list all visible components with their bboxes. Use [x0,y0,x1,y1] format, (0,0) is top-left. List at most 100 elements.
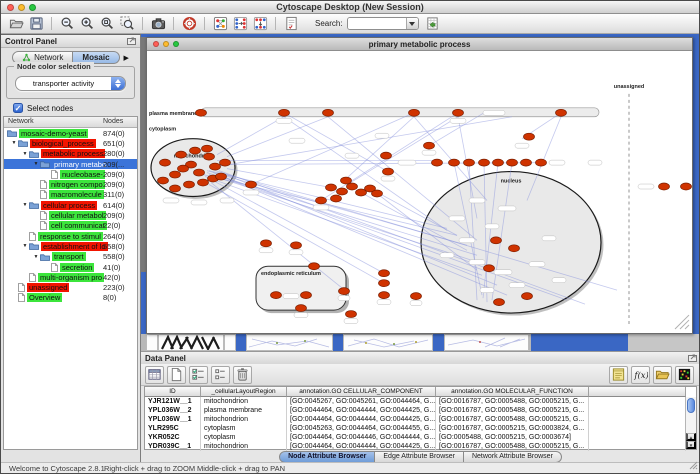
tree-row-secretion[interactable]: secretion41(0) [4,262,137,272]
tree-row-nitrogen-compo[interactable]: nitrogen compo209(0) [4,179,137,189]
tree-row-cellular-process[interactable]: ▼cellular process614(0) [4,200,137,210]
network-node[interactable] [291,242,302,249]
tree-row-unassigned[interactable]: unassigned223(0) [4,282,137,292]
cell[interactable]: cytoplasm [201,433,287,442]
function-button[interactable]: f(x) [631,366,650,384]
notes-button[interactable] [609,366,628,384]
network-node[interactable] [194,169,205,176]
open-button[interactable] [7,15,25,32]
network-node[interactable] [484,265,495,272]
network-node[interactable] [216,173,227,180]
tree-row-cell-communicat[interactable]: cell communicat22(0) [4,221,137,231]
trash-button[interactable] [233,366,252,384]
network-node[interactable] [160,159,171,166]
background-window-fragment[interactable] [433,334,444,351]
network-window-titlebar[interactable]: primary metabolic process [147,38,692,51]
network-node[interactable] [346,311,357,318]
column-header-empty[interactable] [589,387,686,397]
network-node[interactable] [536,159,547,166]
zoom-fit-button[interactable] [98,15,116,32]
cell[interactable]: cytoplasm [201,424,287,433]
background-window-fragment[interactable] [444,334,529,351]
network-node[interactable] [659,183,670,190]
network-node[interactable] [190,147,201,154]
network-node[interactable] [424,142,435,149]
network-node[interactable] [522,293,533,300]
background-window-fragment[interactable] [343,334,433,351]
cell[interactable]: plasma membrane [201,406,287,415]
network-node[interactable] [337,188,348,195]
network-node[interactable] [556,109,567,116]
attribute-dropdown[interactable]: transporter activity [15,76,126,91]
network-node[interactable] [210,163,221,170]
tab-edge-attribute-browser[interactable]: Edge Attribute Browser [374,451,464,463]
network-node[interactable] [204,153,215,160]
background-window-fragment[interactable] [246,334,333,351]
select-nodes-checkbox[interactable]: ✓ [13,103,23,113]
network-node[interactable] [170,171,181,178]
tree-row-primary-metabo[interactable]: ▼primary metabo209(... [4,159,137,169]
layout-vertical-button[interactable] [251,15,269,32]
network-node[interactable] [449,159,460,166]
search-dropdown-button[interactable] [406,18,418,29]
network-node[interactable] [491,237,502,244]
overview-button[interactable] [211,15,229,32]
network-node[interactable] [323,109,334,116]
cell[interactable]: mitochondrion [201,397,287,406]
help-button[interactable] [180,15,198,32]
network-node[interactable] [271,292,282,299]
network-node[interactable] [170,185,181,192]
open-folder-button[interactable] [653,366,672,384]
network-node[interactable] [379,292,390,299]
attr-checklist-small-button[interactable] [211,366,230,384]
background-window-fragment[interactable] [531,334,628,351]
tree-row-multi-organism-pro[interactable]: multi-organism pro42(0) [4,272,137,282]
column-header-1[interactable]: ID [145,387,201,397]
network-node[interactable] [411,293,422,300]
cell-id[interactable]: YKR052C [145,433,201,442]
network-node[interactable] [432,159,443,166]
scroll-down-button[interactable]: ▼ [686,441,696,449]
network-node[interactable] [301,292,312,299]
table-row[interactable]: YPL036W__1mitochondrion[GO:0044464, GO:0… [145,415,696,424]
network-node[interactable] [379,280,390,287]
network-node[interactable] [196,109,207,116]
tab-node-attribute-browser[interactable]: Node Attribute Browser [279,451,375,463]
network-node[interactable] [341,177,352,184]
network-node[interactable] [198,179,209,186]
cell-id[interactable]: YPL036W__1 [145,415,201,424]
expand-triangle-icon[interactable]: ▼ [21,243,29,249]
network-node[interactable] [509,245,520,252]
background-window-fragment[interactable] [333,334,343,351]
network-node[interactable] [493,159,504,166]
cell[interactable]: [GO:0044464, GO:0044444, GO:0044425, G..… [287,406,436,415]
table-scrollbar[interactable]: ▲ ▼ [685,397,696,449]
cell-id[interactable]: YJR121W__1 [145,397,201,406]
expand-triangle-icon[interactable]: ▼ [32,254,40,260]
tab-network-attribute-browser[interactable]: Network Attribute Browser [463,451,562,463]
search-input[interactable] [348,18,406,29]
more-tabs-button[interactable]: ▶ [124,54,129,62]
network-node[interactable] [202,145,213,152]
import-table-button[interactable] [424,15,442,32]
column-header-3[interactable]: annotation.GO CELLULAR_COMPONENT [287,387,436,397]
cell[interactable]: [GO:0044464, GO:0044446, GO:0044444, G..… [287,433,436,442]
zoom-in-button[interactable] [78,15,96,32]
background-window-fragment[interactable] [236,334,246,351]
background-window-fragment[interactable] [158,334,224,351]
network-node[interactable] [326,184,337,191]
expand-triangle-icon[interactable]: ▼ [21,202,29,208]
cell[interactable]: [GO:0045263, GO:0044464, GO:0044455, G..… [287,424,436,433]
tree-row-response-to-stimul[interactable]: response to stimul264(0) [4,231,137,241]
tree-row-establishment-of-lo[interactable]: ▼establishment of lo558(0) [4,241,137,251]
network-node[interactable] [296,305,307,312]
heatmap-button[interactable] [675,366,694,384]
cell-id[interactable]: YPL036W__2 [145,406,201,415]
table-row[interactable]: YPL036W__2plasma membrane[GO:0044464, GO… [145,406,696,415]
network-node[interactable] [178,165,189,172]
column-header-2[interactable]: _cellularLayoutRegion [201,387,287,397]
tree-row-nucleobase-[interactable]: nucleobase-209(0) [4,169,137,179]
network-node[interactable] [381,152,392,159]
cell[interactable]: [GO:0045267, GO:0045261, GO:0044464, G..… [287,397,436,406]
save-button[interactable] [27,15,45,32]
